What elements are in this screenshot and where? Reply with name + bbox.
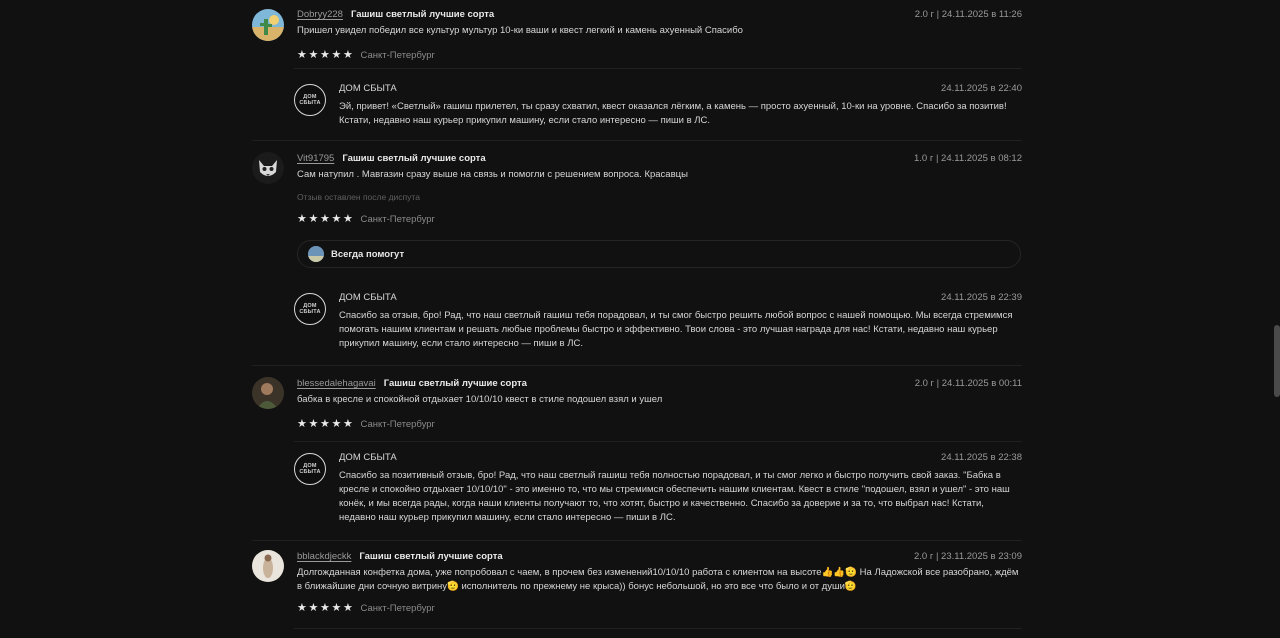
shop-avatar[interactable]: ДОМ СБЫТА [294, 453, 326, 485]
helper-avatar [308, 246, 324, 262]
review-meta: 2.0 г | 23.11.2025 в 23:09 [914, 550, 1022, 562]
divider [294, 441, 1022, 442]
star-icon: ★ [297, 602, 307, 614]
star-icon: ★ [308, 49, 319, 61]
review-product: Гашиш светлый лучшие сорта [383, 377, 527, 389]
review-meta: 2.0 г | 24.11.2025 в 00:11 [914, 377, 1022, 389]
shop-name: ДОМ СБЫТА [339, 82, 397, 94]
star-icon: ★ [308, 213, 319, 225]
reply-text: Спасибо за позитивный отзыв, бро! Рад, ч… [339, 470, 1010, 523]
review-item: Dobryy228 Гашиш светлый лучшие сорта 2.0… [252, 0, 1022, 141]
star-icon: ★ [331, 418, 342, 430]
review-text: Сам натупил . Мавгазин сразу выше на свя… [297, 169, 688, 180]
shop-reply: ДОМ СБЫТА ДОМ СБЫТА 24.11.2025 в 22:39 Сп… [294, 287, 1022, 351]
review-rating: ★ ★ ★ ★ ★ Санкт-Петербург [297, 47, 1022, 63]
review-rating: ★ ★ ★ ★ ★ Санкт-Петербург [297, 211, 1022, 227]
review-item: bblackdjeckk Гашиш светлый лучшие сорта … [252, 540, 1022, 638]
review-item: Vit91795 Гашиш светлый лучшие сорта 1.0 … [252, 140, 1022, 366]
shop-avatar[interactable]: ДОМ СБЫТА [294, 293, 326, 325]
star-icon: ★ [331, 602, 342, 614]
reply-date: 24.11.2025 в 22:40 [941, 82, 1022, 94]
review-username[interactable]: Vit91795 [297, 153, 334, 164]
star-icon: ★ [331, 49, 342, 61]
star-icon: ★ [320, 602, 330, 614]
star-icon: ★ [343, 602, 353, 614]
divider [294, 628, 1022, 629]
helper-badge-label: Всегда помогут [331, 248, 405, 260]
star-icon: ★ [331, 213, 342, 225]
helper-badge[interactable]: Всегда помогут [297, 240, 1021, 268]
dispute-note: Отзыв оставлен после диспута [297, 192, 420, 202]
shop-reply: ДОМ СБЫТА ДОМ СБЫТА 24.11.2025 в 22:38 Сп… [294, 447, 1022, 525]
shop-name: ДОМ СБЫТА [339, 451, 397, 463]
user-avatar[interactable] [252, 9, 284, 41]
review-username[interactable]: blessedalehagavai [297, 378, 376, 389]
star-icon: ★ [320, 213, 330, 225]
reply-text: Эй, привет! «Светлый» гашиш прилетел, ты… [339, 101, 1007, 126]
user-avatar[interactable] [252, 550, 284, 582]
review-meta: 2.0 г | 24.11.2025 в 11:26 [914, 8, 1022, 20]
review-text: Долгожданная конфетка дома, уже попробов… [297, 567, 1019, 592]
review-city: Санкт-Петербург [360, 418, 436, 430]
star-icon: ★ [320, 49, 330, 61]
star-icon: ★ [297, 418, 307, 430]
review-product: Гашиш светлый лучшие сорта [350, 8, 495, 20]
shop-avatar[interactable]: ДОМ СБЫТА [294, 84, 326, 116]
review-product: Гашиш светлый лучшие сорта [359, 550, 503, 562]
user-avatar[interactable] [252, 152, 284, 184]
star-icon: ★ [297, 213, 307, 225]
reply-date: 24.11.2025 в 22:39 [941, 291, 1022, 303]
star-icon: ★ [343, 49, 353, 61]
star-icon: ★ [297, 49, 307, 61]
review-username[interactable]: Dobryy228 [297, 9, 343, 20]
review-city: Санкт-Петербург [360, 213, 436, 225]
review-city: Санкт-Петербург [360, 49, 436, 61]
shop-name: ДОМ СБЫТА [339, 291, 397, 303]
review-rating: ★ ★ ★ ★ ★ Санкт-Петербург [297, 600, 1022, 616]
review-city: Санкт-Петербург [360, 602, 436, 614]
star-icon: ★ [308, 418, 319, 430]
shop-reply: ДОМ СБЫТА ДОМ СБЫТА 24.11.2025 в 22:40 Эй… [294, 78, 1022, 128]
scrollbar-thumb[interactable] [1274, 325, 1280, 397]
star-icon: ★ [343, 418, 353, 430]
divider [294, 68, 1022, 69]
star-icon: ★ [308, 602, 319, 614]
star-icon: ★ [343, 213, 353, 225]
review-meta: 1.0 г | 24.11.2025 в 08:12 [914, 152, 1022, 164]
reply-date: 24.11.2025 в 22:38 [941, 451, 1022, 463]
review-product: Гашиш светлый лучшие сорта [342, 152, 486, 164]
review-text: бабка в кресле и спокойной отдыхает 10/1… [297, 394, 663, 405]
reply-text: Спасибо за отзыв, бро! Рад, что наш свет… [339, 310, 1013, 349]
review-text: Пришел увидел победил все культур мульту… [297, 25, 743, 36]
review-rating: ★ ★ ★ ★ ★ Санкт-Петербург [297, 416, 1022, 432]
review-item: blessedalehagavai Гашиш светлый лучшие с… [252, 365, 1022, 541]
user-avatar[interactable] [252, 377, 284, 409]
star-icon: ★ [320, 418, 330, 430]
review-username[interactable]: bblackdjeckk [297, 551, 351, 562]
